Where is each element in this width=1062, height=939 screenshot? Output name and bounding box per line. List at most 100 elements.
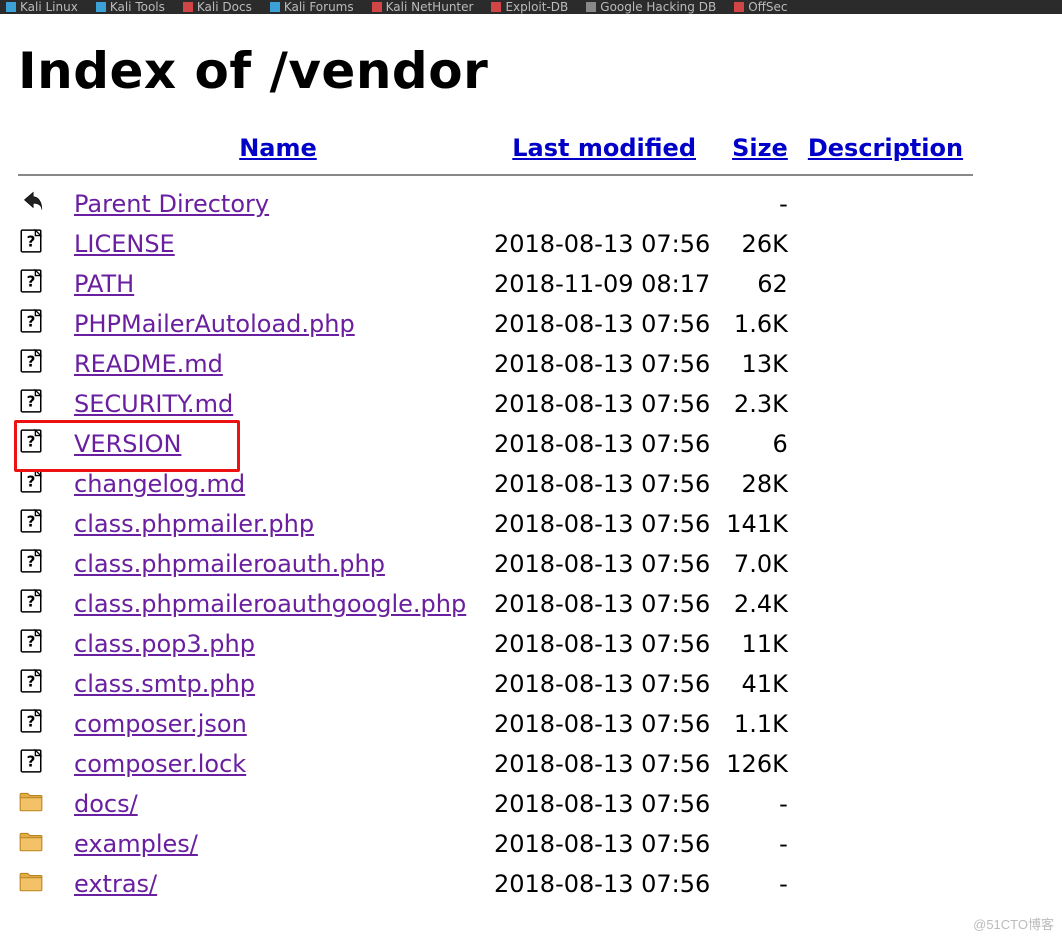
entry-link[interactable]: README.md — [74, 350, 223, 378]
file-icon: ? — [18, 464, 68, 504]
bookmark-icon — [96, 2, 106, 12]
entry-modified: 2018-08-13 07:56 — [488, 384, 720, 424]
bookmark-item[interactable]: Kali Tools — [96, 0, 165, 14]
file-row: ?VERSION2018-08-13 07:566 — [18, 424, 973, 464]
entry-modified: 2018-08-13 07:56 — [488, 824, 720, 864]
svg-text:?: ? — [27, 432, 36, 450]
entry-link[interactable]: composer.json — [74, 710, 247, 738]
entry-link[interactable]: LICENSE — [74, 230, 175, 258]
col-modified-header[interactable]: Last modified — [488, 134, 720, 170]
bookmark-label: Google Hacking DB — [600, 0, 716, 14]
entry-description — [798, 464, 973, 504]
folder-icon — [18, 784, 68, 824]
svg-text:?: ? — [27, 512, 36, 530]
entry-modified: 2018-08-13 07:56 — [488, 504, 720, 544]
col-size-header[interactable]: Size — [720, 134, 798, 170]
file-row: ?changelog.md2018-08-13 07:5628K — [18, 464, 973, 504]
col-description-header[interactable]: Description — [798, 134, 973, 170]
svg-text:?: ? — [27, 752, 36, 770]
entry-size: - — [720, 784, 798, 824]
entry-name-cell: class.phpmaileroauthgoogle.php — [68, 584, 488, 624]
file-row: ?composer.lock2018-08-13 07:56126K — [18, 744, 973, 784]
entry-link[interactable]: SECURITY.md — [74, 390, 233, 418]
bookmark-item[interactable]: Google Hacking DB — [586, 0, 716, 14]
bookmark-label: Kali Docs — [197, 0, 252, 14]
sort-by-name-link[interactable]: Name — [239, 134, 317, 162]
entry-name-cell: LICENSE — [68, 224, 488, 264]
entry-name-cell: examples/ — [68, 824, 488, 864]
parent-directory-link[interactable]: Parent Directory — [74, 190, 269, 218]
entry-modified: 2018-08-13 07:56 — [488, 784, 720, 824]
bookmark-item[interactable]: OffSec — [734, 0, 787, 14]
divider — [18, 174, 973, 176]
entry-description — [798, 344, 973, 384]
entry-description — [798, 624, 973, 664]
file-row: ?README.md2018-08-13 07:5613K — [18, 344, 973, 384]
entry-link[interactable]: class.phpmailer.php — [74, 510, 314, 538]
entry-name-cell: Parent Directory — [68, 184, 488, 224]
entry-link[interactable]: composer.lock — [74, 750, 246, 778]
bookmark-item[interactable]: Kali Linux — [6, 0, 78, 14]
entry-link[interactable]: changelog.md — [74, 470, 245, 498]
entry-link[interactable]: PATH — [74, 270, 134, 298]
file-icon: ? — [18, 544, 68, 584]
file-icon: ? — [18, 704, 68, 744]
entry-modified: 2018-08-13 07:56 — [488, 424, 720, 464]
svg-text:?: ? — [27, 592, 36, 610]
entry-size: 2.4K — [720, 584, 798, 624]
entry-modified: 2018-11-09 08:17 — [488, 264, 720, 304]
entry-link[interactable]: class.phpmaileroauthgoogle.php — [74, 590, 466, 618]
bookmark-item[interactable]: Exploit-DB — [491, 0, 568, 14]
bookmark-label: Kali NetHunter — [386, 0, 474, 14]
entry-description — [798, 544, 973, 584]
file-row: ?class.phpmailer.php2018-08-13 07:56141K — [18, 504, 973, 544]
entry-link[interactable]: class.smtp.php — [74, 670, 255, 698]
entry-link[interactable]: PHPMailerAutoload.php — [74, 310, 355, 338]
file-row: ?class.phpmaileroauth.php2018-08-13 07:5… — [18, 544, 973, 584]
file-icon: ? — [18, 664, 68, 704]
header-divider-row — [18, 170, 973, 184]
file-icon: ? — [18, 624, 68, 664]
svg-text:?: ? — [27, 472, 36, 490]
entry-link[interactable]: docs/ — [74, 790, 138, 818]
directory-row: extras/2018-08-13 07:56- — [18, 864, 973, 904]
entry-size: 41K — [720, 664, 798, 704]
entry-name-cell: README.md — [68, 344, 488, 384]
file-row: ?PATH2018-11-09 08:1762 — [18, 264, 973, 304]
entry-name-cell: VERSION — [68, 424, 488, 464]
entry-name-cell: composer.lock — [68, 744, 488, 784]
sort-by-size-link[interactable]: Size — [732, 134, 788, 162]
bookmark-label: Exploit-DB — [505, 0, 568, 14]
svg-text:?: ? — [27, 392, 36, 410]
bookmark-item[interactable]: Kali Forums — [270, 0, 354, 14]
entry-size: - — [720, 184, 798, 224]
entry-description — [798, 304, 973, 344]
entry-description — [798, 664, 973, 704]
entry-size: 11K — [720, 624, 798, 664]
entry-link[interactable]: examples/ — [74, 830, 198, 858]
bookmark-icon — [372, 2, 382, 12]
file-row: ?composer.json2018-08-13 07:561.1K — [18, 704, 973, 744]
sort-by-description-link[interactable]: Description — [808, 134, 963, 162]
folder-icon — [18, 864, 68, 904]
file-icon: ? — [18, 224, 68, 264]
bookmark-icon — [6, 2, 16, 12]
entry-link[interactable]: class.pop3.php — [74, 630, 255, 658]
bookmark-label: Kali Linux — [20, 0, 78, 14]
entry-name-cell: PHPMailerAutoload.php — [68, 304, 488, 344]
bookmark-item[interactable]: Kali NetHunter — [372, 0, 474, 14]
bookmark-icon — [183, 2, 193, 12]
svg-text:?: ? — [27, 552, 36, 570]
entry-link[interactable]: VERSION — [74, 430, 181, 458]
sort-by-modified-link[interactable]: Last modified — [512, 134, 696, 162]
bookmark-icon — [734, 2, 744, 12]
entry-link[interactable]: class.phpmaileroauth.php — [74, 550, 385, 578]
entry-link[interactable]: extras/ — [74, 870, 157, 898]
svg-text:?: ? — [27, 232, 36, 250]
bookmark-icon — [270, 2, 280, 12]
col-name-header[interactable]: Name — [68, 134, 488, 170]
entry-size: 7.0K — [720, 544, 798, 584]
bookmark-item[interactable]: Kali Docs — [183, 0, 252, 14]
bookmark-label: Kali Tools — [110, 0, 165, 14]
back-icon — [18, 184, 68, 224]
